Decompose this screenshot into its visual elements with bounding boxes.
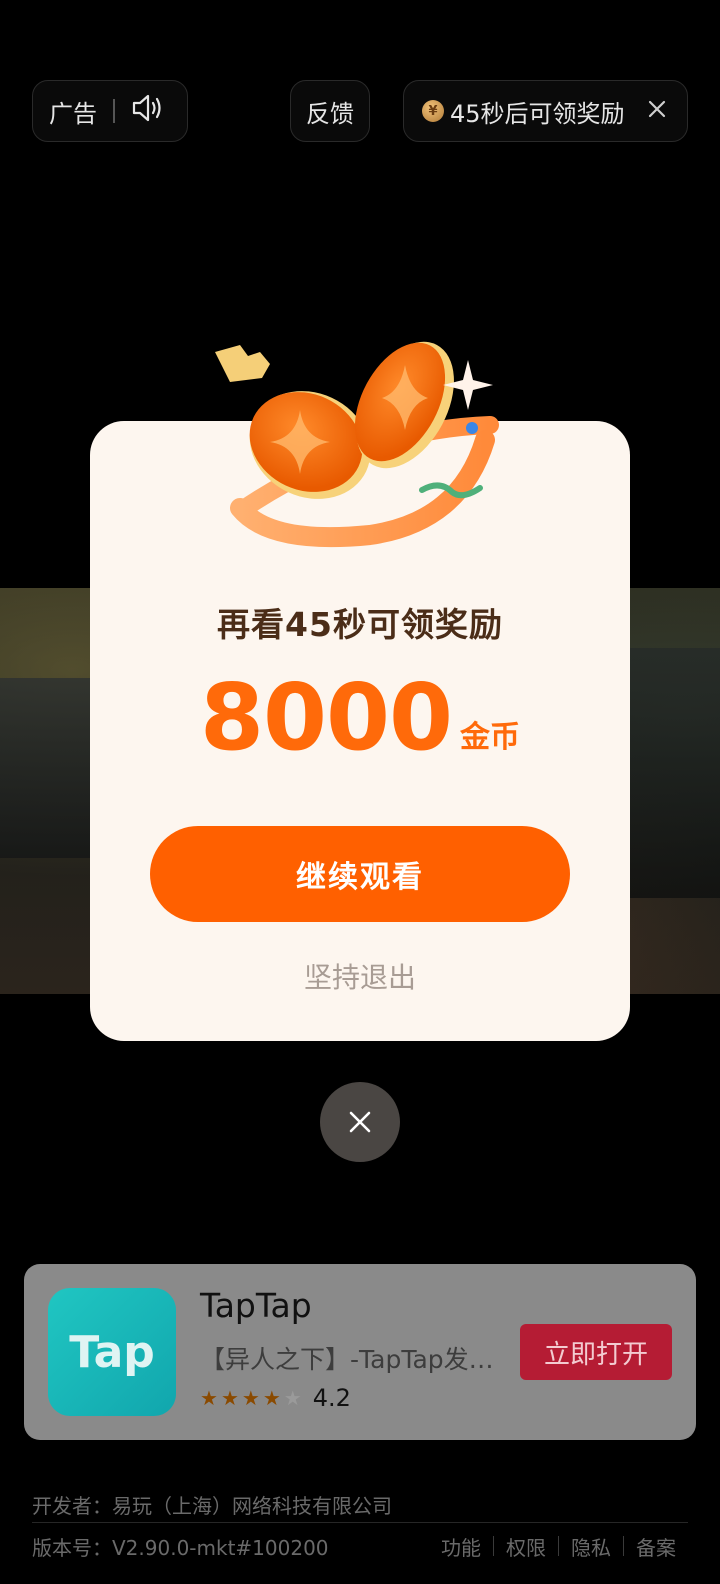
app-rating-value: 4.2: [312, 1384, 351, 1412]
close-ad-icon[interactable]: [647, 97, 667, 125]
coin-icon: ¥: [422, 100, 444, 122]
ad-label-pill: 广告: [32, 80, 188, 142]
footer-link-features[interactable]: 功能: [429, 1532, 493, 1561]
app-name: TapTap: [200, 1286, 312, 1325]
version-info: 版本号：V2.90.0-mkt#100200: [32, 1536, 329, 1560]
footer-links: 功能 权限 隐私 备案: [429, 1532, 688, 1561]
footer-divider: [32, 1522, 688, 1523]
feedback-button[interactable]: 反馈: [290, 80, 370, 142]
footer-link-filing[interactable]: 备案: [624, 1532, 688, 1561]
app-icon: Tap: [48, 1288, 176, 1416]
reward-amount-row: 8000 金币: [0, 670, 720, 766]
developer-info: 开发者：易玩（上海）网络科技有限公司: [32, 1494, 392, 1518]
reward-dialog-title: 再看45秒可领奖励: [217, 605, 503, 644]
dialog-close-button[interactable]: [320, 1082, 400, 1162]
continue-watching-button[interactable]: 继续观看: [150, 826, 570, 922]
feedback-label: 反馈: [306, 99, 354, 128]
ad-label: 广告: [49, 99, 97, 128]
footer-link-permissions[interactable]: 权限: [494, 1532, 558, 1561]
app-rating: ★ ★ ★ ★ ★ 4.2: [200, 1384, 351, 1412]
reward-countdown-pill: ¥ 45秒后可领奖励: [403, 80, 688, 142]
star-icon: ★: [241, 1386, 260, 1410]
reward-countdown-text: 45秒后可领奖励: [450, 99, 625, 128]
quit-link[interactable]: 坚持退出: [0, 956, 720, 996]
speaker-icon[interactable]: [131, 93, 165, 129]
reward-amount-unit: 金币: [460, 720, 521, 755]
app-description: 【异人之下】-TapTap发…: [200, 1345, 494, 1374]
app-download-card[interactable]: Tap TapTap 【异人之下】-TapTap发… ★ ★ ★ ★ ★ 4.2…: [24, 1264, 696, 1440]
footer-link-privacy[interactable]: 隐私: [559, 1532, 623, 1561]
star-empty-icon: ★: [283, 1386, 302, 1410]
reward-amount: 8000: [199, 664, 453, 771]
open-app-label: 立即打开: [543, 1339, 648, 1370]
star-icon: ★: [200, 1386, 218, 1410]
continue-watching-label: 继续观看: [296, 860, 424, 895]
ad-reward-screen: 广告 反馈 ¥ 45秒后可领奖励 再看45秒可领奖励 8000 金币 继续观看 …: [0, 0, 720, 1584]
coins-illustration-icon: [215, 341, 499, 548]
app-icon-text: Tap: [69, 1326, 155, 1378]
open-app-button[interactable]: 立即打开: [520, 1324, 672, 1380]
star-icon: ★: [262, 1386, 281, 1410]
star-icon: ★: [220, 1386, 239, 1410]
ad-divider: [113, 99, 115, 123]
close-icon: [349, 1111, 371, 1133]
